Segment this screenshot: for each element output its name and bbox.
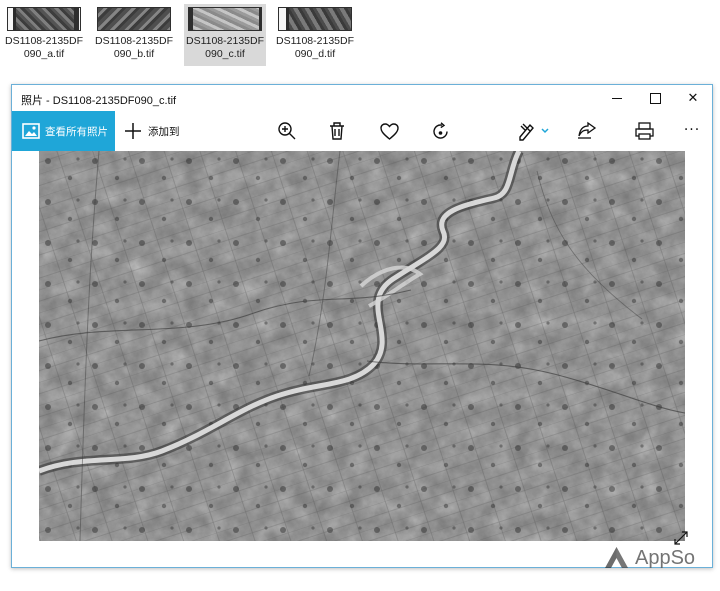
add-to-label: 添加到 — [148, 125, 180, 138]
file-a-name-line-2: 090_a.tif — [23, 48, 65, 60]
favorite-button[interactable] — [375, 111, 403, 151]
file-d-name-line-2: 090_d.tif — [294, 48, 336, 60]
more-icon: ··· — [683, 121, 701, 138]
file-d-preview — [278, 7, 352, 31]
zoom-button[interactable] — [273, 111, 301, 151]
file-a-name-line-1: DS1108-2135DF — [4, 35, 84, 47]
file-b-name: DS1108-2135DF 090_b.tif — [93, 35, 175, 61]
file-b-name-line-2: 090_b.tif — [113, 48, 155, 60]
trash-icon — [330, 122, 344, 140]
file-c-preview — [188, 7, 262, 31]
close-button[interactable]: ✕ — [674, 85, 712, 112]
file-d-name-line-1: DS1108-2135DF — [275, 35, 355, 47]
edit-create-button[interactable] — [517, 111, 551, 151]
file-b-preview — [97, 7, 171, 31]
explorer-thumbnail-strip: DS1108-2135DF 090_a.tif DS1108-2135DF 09… — [0, 0, 720, 74]
plus-icon — [125, 123, 141, 139]
appso-wordmark-text: AppSo — [635, 547, 695, 569]
printer-icon — [634, 122, 654, 140]
file-c-name: DS1108-2135DF 090_c.tif — [184, 35, 266, 61]
zoom-icon — [278, 122, 296, 140]
minimize-button[interactable] — [598, 85, 636, 112]
file-d-name: DS1108-2135DF 090_d.tif — [274, 35, 356, 61]
close-icon: ✕ — [687, 91, 699, 106]
rotate-button[interactable] — [426, 111, 454, 151]
share-button[interactable] — [572, 111, 600, 151]
file-thumbnail-b[interactable]: DS1108-2135DF 090_b.tif — [93, 4, 175, 66]
satellite-image[interactable] — [39, 151, 685, 541]
file-thumbnail-a[interactable]: DS1108-2135DF 090_a.tif — [3, 4, 85, 66]
view-all-photos-label: 查看所有照片 — [45, 125, 108, 138]
file-c-name-line-2: 090_c.tif — [205, 48, 245, 60]
edit-icon — [519, 123, 549, 141]
file-b-name-line-1: DS1108-2135DF — [94, 35, 174, 47]
add-to-button[interactable]: 添加到 — [124, 111, 180, 151]
window-titlebar[interactable]: 照片 - DS1108-2135DF090_c.tif ✕ — [12, 85, 712, 112]
minimize-icon — [612, 98, 622, 99]
appso-logo-icon — [605, 546, 628, 568]
print-button[interactable] — [630, 111, 658, 151]
file-a-preview — [7, 7, 81, 31]
file-thumbnail-c[interactable]: DS1108-2135DF 090_c.tif — [184, 4, 266, 66]
maximize-button[interactable] — [636, 85, 674, 112]
more-options-button[interactable]: ··· — [678, 111, 706, 151]
appso-wordmark: AppSo — [635, 547, 695, 569]
rotate-icon — [432, 121, 448, 139]
window-title: 照片 - DS1108-2135DF090_c.tif — [21, 95, 177, 107]
heart-icon — [379, 122, 399, 140]
file-thumbnail-d[interactable]: DS1108-2135DF 090_d.tif — [274, 4, 356, 66]
maximize-icon — [649, 93, 661, 104]
file-c-name-line-1: DS1108-2135DF — [185, 35, 265, 47]
delete-button[interactable] — [323, 111, 351, 151]
desktop: DS1108-2135DF 090_a.tif DS1108-2135DF 09… — [0, 0, 720, 591]
photo-toolbar: 查看所有照片 添加到 ··· — [12, 111, 712, 151]
file-a-name: DS1108-2135DF 090_a.tif — [3, 35, 85, 61]
view-all-photos-button[interactable]: 查看所有照片 — [12, 111, 115, 151]
appso-watermark: AppSo — [604, 543, 714, 571]
photo-viewer[interactable] — [12, 151, 712, 567]
share-icon — [577, 121, 596, 139]
photos-app-window: 照片 - DS1108-2135DF090_c.tif ✕ 查看所有照片 添加到… — [11, 84, 713, 568]
gallery-icon — [22, 123, 40, 139]
